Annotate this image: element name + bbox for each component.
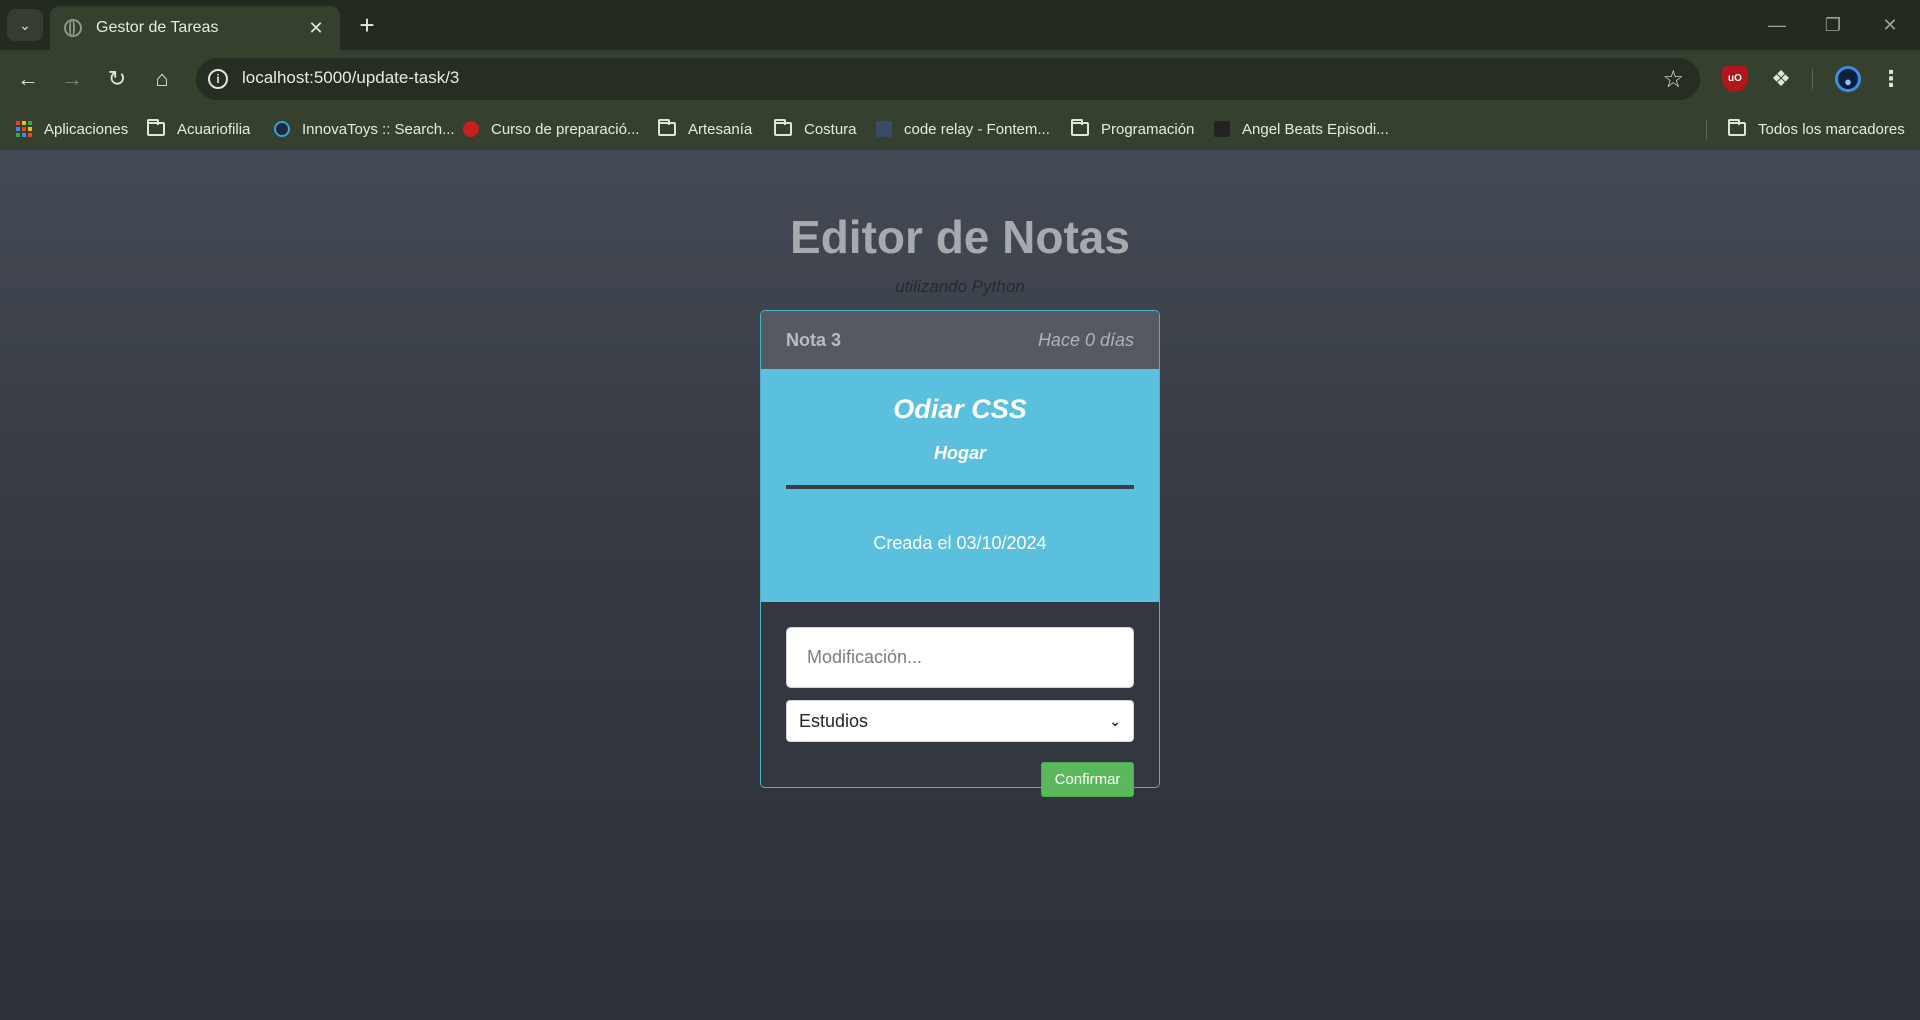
folder-icon [658, 119, 676, 136]
modification-input[interactable] [786, 627, 1134, 688]
tab-search-icon[interactable]: ⌄ [7, 9, 43, 41]
bookmark-innovatoys[interactable]: InnovaToys :: Search... [274, 117, 455, 141]
toolbar-divider [1812, 69, 1813, 89]
folder-icon [1728, 119, 1746, 136]
bookmark-label: Acuariofilia [177, 120, 251, 138]
page-content: Editor de Notas utilizando Python Nota 3… [0, 150, 1920, 1020]
puzzle-icon[interactable]: ❖ [1766, 66, 1796, 92]
menu-icon[interactable]: ⋮ [1878, 66, 1904, 92]
address-bar[interactable]: i localhost:5000/update-task/3 ☆ [196, 58, 1700, 100]
bookmark-label: Curso de preparació... [491, 120, 640, 138]
profile-icon[interactable]: ● [1835, 66, 1861, 92]
bookmarks-bar: Aplicaciones Acuariofilia InnovaToys :: … [0, 108, 1920, 150]
reload-icon[interactable]: ↻ [101, 63, 133, 95]
back-icon[interactable]: ← [12, 63, 44, 95]
bookmark-label: InnovaToys :: Search... [302, 120, 455, 138]
forward-icon[interactable]: → [56, 63, 88, 95]
note-card-body: Odiar CSS Hogar Creada el 03/10/2024 [761, 369, 1159, 602]
bookmark-artesania[interactable]: Artesanía [658, 117, 752, 141]
note-category: Hogar [933, 443, 986, 463]
bookmark-programacion[interactable]: Programación [1071, 117, 1194, 141]
bookmarks-divider [1706, 120, 1707, 140]
note-created-date: Creada el 03/10/2024 [873, 533, 1047, 553]
restore-button[interactable]: ❐ [1813, 10, 1853, 40]
plus-icon[interactable]: + [352, 10, 382, 40]
bookmark-label: code relay - Fontem... [904, 120, 1050, 138]
folder-icon [147, 119, 165, 136]
category-select-value: Estudios [799, 710, 869, 731]
url-text[interactable]: localhost:5000/update-task/3 [242, 68, 459, 88]
folder-icon [774, 119, 792, 136]
bookmark-aplicaciones[interactable]: Aplicaciones [16, 117, 128, 141]
page-title: Editor de Notas [790, 211, 1130, 263]
site-icon [274, 121, 290, 137]
home-icon[interactable]: ⌂ [146, 63, 178, 95]
bookmark-todos[interactable]: Todos los marcadores [1728, 117, 1905, 141]
note-age: Hace 0 días [1037, 330, 1134, 350]
close-window-button[interactable]: ✕ [1870, 10, 1910, 40]
close-icon[interactable]: ✕ [306, 18, 326, 39]
category-select[interactable]: Estudios ⌄ [786, 700, 1134, 742]
site-icon [463, 121, 479, 137]
star-icon[interactable]: ☆ [1662, 65, 1684, 94]
bookmark-label: Artesanía [688, 120, 753, 138]
browser-toolbar: ← → ↻ ⌂ i localhost:5000/update-task/3 ☆… [0, 50, 1920, 108]
bookmark-costura[interactable]: Costura [774, 117, 857, 141]
bookmark-label: Programación [1101, 120, 1195, 138]
note-card-header: Nota 3 Hace 0 días [761, 311, 1159, 369]
tab-strip: ⌄ Gestor de Tareas ✕ + — ❐ ✕ [0, 0, 1920, 50]
site-icon [876, 121, 892, 137]
apps-icon [16, 121, 32, 137]
browser-tab[interactable]: Gestor de Tareas ✕ [50, 6, 340, 50]
chevron-down-icon: ⌄ [1109, 712, 1121, 729]
bookmark-code-relay[interactable]: code relay - Fontem... [876, 117, 1050, 141]
note-card: Nota 3 Hace 0 días Odiar CSS Hogar Cread… [760, 310, 1160, 788]
bookmark-curso[interactable]: Curso de preparació... [463, 117, 639, 141]
note-id: Nota 3 [786, 330, 842, 350]
minimize-button[interactable]: — [1757, 10, 1797, 40]
info-icon[interactable]: i [208, 69, 228, 89]
confirm-button[interactable]: Confirmar [1041, 762, 1134, 797]
note-title: Odiar CSS [893, 394, 1027, 424]
folder-icon [1071, 119, 1089, 136]
tab-title: Gestor de Tareas [96, 19, 219, 36]
globe-icon [64, 19, 82, 37]
bookmark-acuariofilia[interactable]: Acuariofilia [147, 117, 250, 141]
ublock-icon[interactable]: uO [1722, 66, 1748, 92]
divider [786, 485, 1134, 489]
bookmark-label: Todos los marcadores [1758, 120, 1905, 138]
bookmark-label: Angel Beats Episodi... [1242, 120, 1389, 138]
page-subtitle: utilizando Python [895, 277, 1025, 296]
bookmark-label: Costura [804, 120, 857, 138]
site-icon [1214, 121, 1230, 137]
bookmark-label: Aplicaciones [44, 120, 129, 138]
bookmark-angel-beats[interactable]: Angel Beats Episodi... [1214, 117, 1389, 141]
